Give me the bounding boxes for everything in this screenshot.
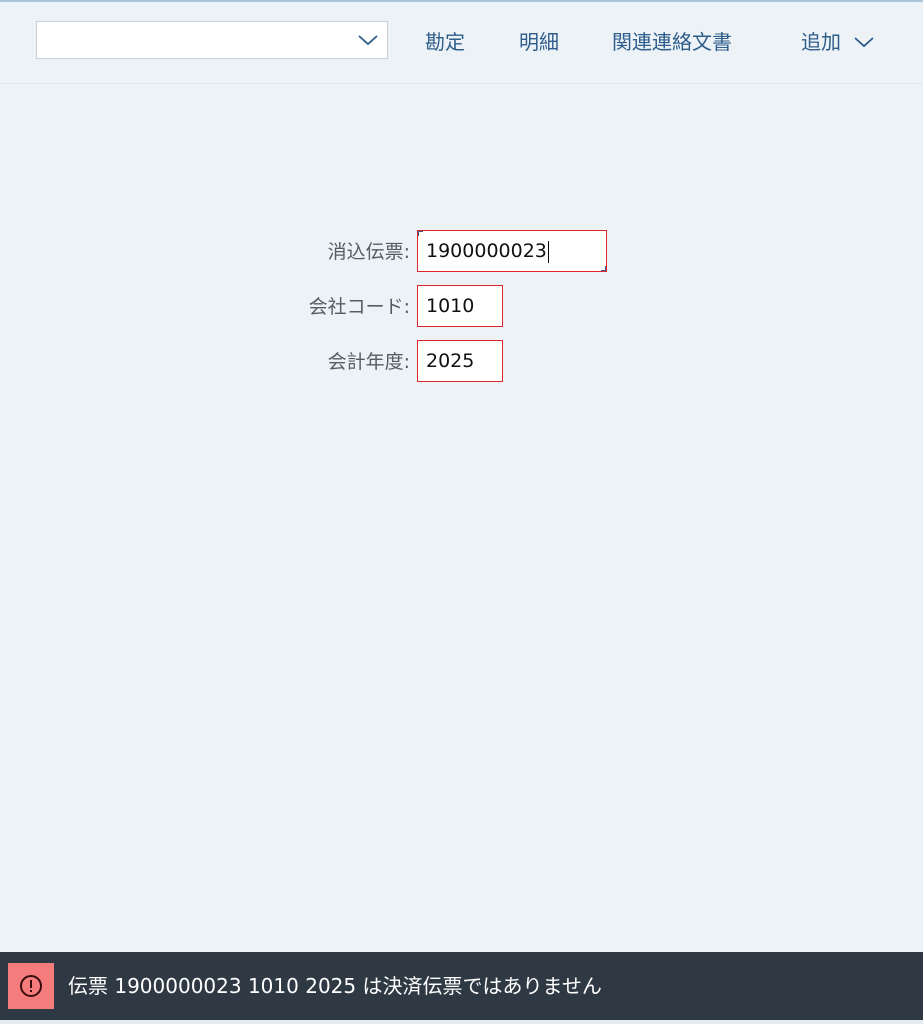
toolbar: 勘定 明細 関連連絡文書 追加 <box>0 2 923 84</box>
related-documents-button[interactable]: 関連連絡文書 <box>612 30 732 54</box>
company-code-input[interactable]: 1010 <box>417 285 503 327</box>
chevron-down-icon <box>854 37 874 48</box>
account-button[interactable]: 勘定 <box>425 30 465 54</box>
more-menu-button[interactable]: 追加 <box>801 30 875 54</box>
company-code-row: 会社コード: <box>0 285 410 329</box>
clearing-document-row: 消込伝票: <box>0 230 410 274</box>
company-code-value: 1010 <box>426 295 475 317</box>
fiscal-year-row: 会計年度: <box>0 340 410 384</box>
line-items-button[interactable]: 明細 <box>519 30 559 54</box>
error-icon <box>20 975 42 997</box>
clearing-document-input[interactable]: 1900000023 <box>417 230 607 272</box>
company-code-label: 会社コード: <box>308 296 410 318</box>
fiscal-year-input[interactable]: 2025 <box>417 340 503 382</box>
more-menu-label: 追加 <box>801 30 841 54</box>
clearing-document-label: 消込伝票: <box>327 241 410 263</box>
text-caret <box>547 240 549 263</box>
bottom-strip <box>0 1020 923 1024</box>
error-indicator <box>8 963 54 1009</box>
status-bar[interactable]: 伝票 1900000023 1010 2025 は決済伝票ではありません <box>0 952 923 1020</box>
app-window: 勘定 明細 関連連絡文書 追加 消込伝票: 1900000023 会社コード: … <box>0 0 923 1024</box>
chevron-down-icon <box>358 35 378 46</box>
fiscal-year-label: 会計年度: <box>327 351 410 373</box>
status-message: 伝票 1900000023 1010 2025 は決済伝票ではありません <box>68 974 602 998</box>
fiscal-year-value: 2025 <box>426 350 475 372</box>
clearing-document-value: 1900000023 <box>426 240 547 262</box>
variant-dropdown[interactable] <box>36 21 388 59</box>
